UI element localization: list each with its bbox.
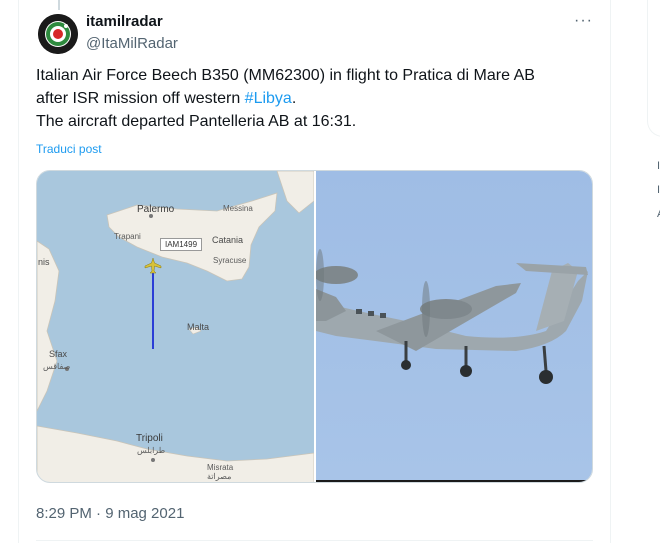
map-label-malta: Malta (187, 322, 210, 332)
map-graphic (37, 171, 314, 482)
tweet-text-fragment: after ISR mission off western (36, 90, 245, 107)
aircraft-photo[interactable] (316, 171, 592, 482)
tweet-text-fragment: . (291, 90, 297, 107)
sidebar-card (647, 0, 660, 137)
map-label-tripoli: Tripoli (136, 433, 163, 444)
map-label-syracuse: Syracuse (213, 256, 247, 265)
map-label-sfax-ar: صفاقس (43, 362, 71, 371)
map-label-tunis: nis (38, 257, 50, 267)
thread-connector (58, 0, 60, 10)
map-label-misrata-ar: مصراتة (207, 472, 232, 481)
display-name[interactable]: itamilradar (86, 13, 163, 30)
map-label-misrata: Misrata (207, 463, 234, 472)
tweet-text-line: after ISR mission off western #Libya. (36, 87, 596, 110)
divider (36, 540, 593, 541)
hashtag-link[interactable]: #Libya (245, 90, 292, 107)
more-dots-icon[interactable]: ··· (574, 12, 593, 30)
tweet-text: Italian Air Force Beech B350 (MM62300) i… (36, 64, 596, 133)
tweet-text-line: Italian Air Force Beech B350 (MM62300) i… (36, 67, 535, 84)
map-label-tripoli-ar: طرابلس (137, 446, 166, 455)
aircraft-photo-graphic (316, 249, 588, 384)
flight-map-image[interactable]: Palermo Messina Trapani IAM1499 Catania … (37, 171, 314, 482)
translate-post-link[interactable]: Traduci post (36, 142, 102, 156)
map-label-sfax: Sfax (49, 349, 68, 359)
map-label-trapani: Trapani (114, 232, 141, 241)
map-label-catania: Catania (212, 235, 244, 245)
media-grid[interactable]: Palermo Messina Trapani IAM1499 Catania … (36, 170, 593, 483)
post-timestamp[interactable]: 8:29 PM · 9 mag 2021 (36, 505, 184, 522)
photo-bottom-edge (316, 480, 592, 482)
roundel-logo-icon (38, 14, 78, 54)
avatar[interactable] (38, 14, 78, 54)
user-handle[interactable]: @ItaMilRadar (86, 35, 178, 52)
map-label-messina: Messina (223, 204, 253, 213)
callsign-tag: IAM1499 (160, 238, 203, 251)
tweet-text-line: The aircraft departed Pantelleria AB at … (36, 113, 357, 130)
map-label-palermo: Palermo (137, 204, 175, 215)
